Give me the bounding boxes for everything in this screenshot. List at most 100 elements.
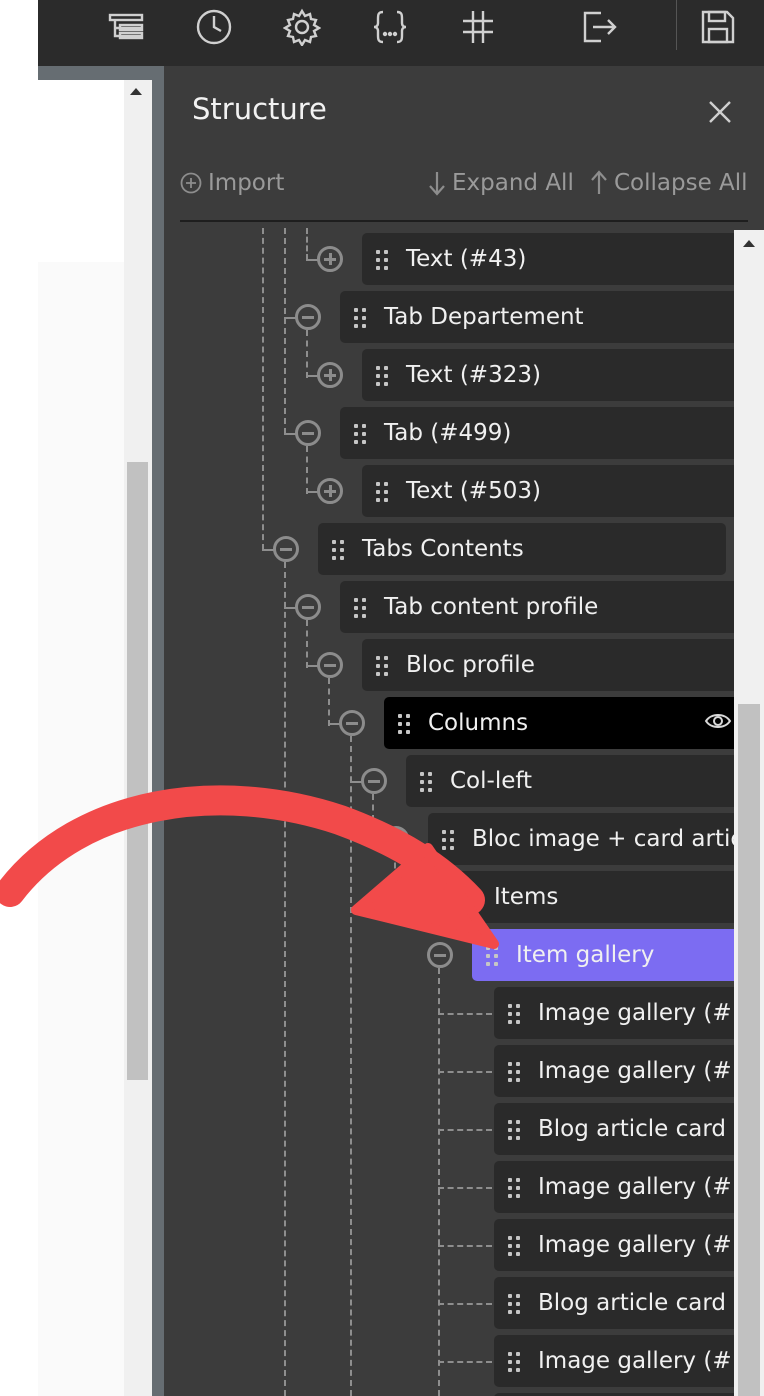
canvas-shade	[38, 262, 124, 1396]
tree-node[interactable]: Col-left	[406, 755, 734, 807]
tree-node-label: Tab Departement	[384, 304, 584, 330]
drag-handle-icon[interactable]	[354, 424, 368, 444]
code-braces-icon[interactable]	[370, 7, 410, 47]
tree-node-label: Image gallery (#10	[538, 1058, 734, 1084]
collapse-toggle-icon[interactable]	[295, 304, 321, 330]
scroll-up-arrow-icon[interactable]	[743, 240, 755, 247]
tree-node-label: Bloc image + card article	[472, 826, 734, 852]
tree-node[interactable]: Bloc profile	[362, 639, 734, 691]
tree-node-label: Text (#43)	[406, 246, 527, 272]
close-icon[interactable]	[704, 96, 736, 128]
tree-guide	[306, 446, 308, 494]
drag-handle-icon[interactable]	[332, 540, 346, 560]
tree-guide	[350, 736, 352, 1396]
collapse-toggle-icon[interactable]	[295, 594, 321, 620]
tree-node[interactable]: Image gallery (#10	[494, 1161, 734, 1213]
scroll-up-arrow-icon[interactable]	[130, 88, 142, 95]
tree-node-label: Blog article card (#	[538, 1116, 734, 1142]
tree-node[interactable]: Text (#43)	[362, 233, 734, 285]
drag-handle-icon[interactable]	[508, 1352, 522, 1372]
collapse-toggle-icon[interactable]	[427, 942, 453, 968]
tree-node[interactable]: Text (#503)	[362, 465, 734, 517]
eye-icon[interactable]	[704, 709, 732, 733]
tree-guide	[262, 228, 264, 550]
tree-node-label: Image gallery (#10	[538, 1000, 734, 1026]
drag-handle-icon[interactable]	[398, 714, 412, 734]
drag-handle-icon[interactable]	[508, 1294, 522, 1314]
collapse-toggle-icon[interactable]	[295, 420, 321, 446]
drag-handle-icon[interactable]	[508, 1004, 522, 1024]
tree-node-label: Tab content profile	[384, 594, 599, 620]
drag-handle-icon[interactable]	[420, 772, 434, 792]
tree-node[interactable]: Bloc image + card article	[428, 813, 734, 865]
scroll-thumb[interactable]	[127, 462, 148, 1080]
collapse-all-button[interactable]: Collapse All	[590, 170, 748, 196]
tree-node-label: Text (#323)	[406, 362, 541, 388]
tree-node[interactable]: Items	[450, 871, 734, 923]
tree-guide	[306, 330, 308, 378]
drag-handle-icon[interactable]	[376, 656, 390, 676]
collapse-all-label: Collapse All	[614, 170, 748, 196]
tree-guide	[284, 228, 286, 434]
tree-guide	[284, 562, 286, 1396]
tree-node-label: Image gallery (#10	[538, 1174, 734, 1200]
settings-icon[interactable]	[282, 7, 322, 47]
structure-icon[interactable]	[106, 7, 146, 47]
expand-toggle-icon[interactable]	[317, 246, 343, 272]
tree-node[interactable]: Tab content profile	[340, 581, 734, 633]
collapse-toggle-icon[interactable]	[339, 710, 365, 736]
scroll-thumb[interactable]	[738, 704, 760, 1396]
tree-node-label: Tab (#499)	[384, 420, 512, 446]
tree-guide	[438, 1013, 492, 1015]
drag-handle-icon[interactable]	[442, 830, 456, 850]
tree-scrollbar[interactable]	[734, 230, 764, 1396]
tree-node[interactable]: Tab Departement	[340, 291, 734, 343]
tree-node[interactable]: Image gallery (#10	[494, 1045, 734, 1097]
tree-guide	[438, 1303, 492, 1305]
import-label: Import	[208, 170, 285, 196]
frame-top	[38, 66, 164, 80]
drag-handle-icon[interactable]	[354, 308, 368, 328]
tree-node-selected[interactable]: Columns	[384, 697, 734, 749]
collapse-toggle-icon[interactable]	[273, 536, 299, 562]
tree-node-label: Col-left	[450, 768, 533, 794]
history-icon[interactable]	[194, 7, 234, 47]
drag-handle-icon[interactable]	[508, 1062, 522, 1082]
tree-guide	[394, 852, 396, 900]
arrow-down-icon	[429, 172, 445, 196]
drag-handle-icon[interactable]	[508, 1236, 522, 1256]
drag-handle-icon[interactable]	[464, 888, 478, 908]
tree-node[interactable]: Text (#323)	[362, 349, 734, 401]
expand-all-button[interactable]: Expand All	[428, 170, 574, 196]
tree-node[interactable]: Tabs Contents	[318, 523, 726, 575]
drag-handle-icon[interactable]	[376, 482, 390, 502]
tree-node-highlighted[interactable]: Item gallery	[472, 929, 734, 981]
collapse-toggle-icon[interactable]	[317, 652, 343, 678]
drag-handle-icon[interactable]	[376, 250, 390, 270]
drag-handle-icon[interactable]	[354, 598, 368, 618]
tree-guide	[438, 1245, 492, 1247]
tree-node-label: Text (#503)	[406, 478, 541, 504]
canvas-scrollbar[interactable]	[124, 80, 152, 1396]
tree-node[interactable]: Image gallery (#10	[494, 1219, 734, 1271]
collapse-toggle-icon[interactable]	[383, 826, 409, 852]
tree-node-label: Bloc profile	[406, 652, 535, 678]
collapse-toggle-icon[interactable]	[361, 768, 387, 794]
hash-icon[interactable]	[458, 7, 498, 47]
import-button[interactable]: Import	[180, 170, 284, 196]
tree-node-label: Item gallery	[516, 942, 655, 968]
drag-handle-icon[interactable]	[508, 1178, 522, 1198]
tree-node[interactable]: Image gallery (#10	[494, 1335, 734, 1387]
expand-toggle-icon[interactable]	[317, 478, 343, 504]
drag-handle-icon[interactable]	[508, 1120, 522, 1140]
tree-node[interactable]: Blog article card (#	[494, 1277, 734, 1329]
tree-node[interactable]: Image gallery (#10	[494, 987, 734, 1039]
drag-handle-icon[interactable]	[376, 366, 390, 386]
exit-icon[interactable]	[578, 7, 618, 47]
drag-handle-icon[interactable]	[486, 946, 500, 966]
panel-title: Structure	[192, 92, 327, 126]
expand-toggle-icon[interactable]	[317, 362, 343, 388]
tree-node[interactable]: Tab (#499)	[340, 407, 734, 459]
tree-node[interactable]: Blog article card (#	[494, 1103, 734, 1155]
save-icon[interactable]	[698, 7, 738, 47]
